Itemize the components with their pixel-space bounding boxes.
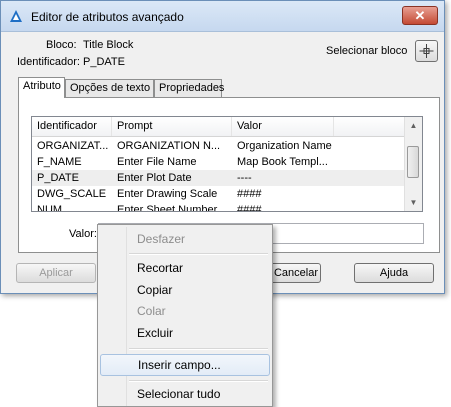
tab-properties[interactable]: Propriedades bbox=[154, 79, 225, 97]
cell-value: #### bbox=[237, 204, 262, 212]
cell-prompt: Enter Plot Date bbox=[117, 172, 192, 184]
list-scrollbar[interactable]: ▲ ▼ bbox=[404, 117, 422, 211]
scrollbar-thumb[interactable] bbox=[407, 146, 419, 178]
cell-value: Map Book Templ... bbox=[237, 156, 328, 168]
column-header-value[interactable]: Valor bbox=[232, 117, 334, 136]
tab-attribute[interactable]: Atributo bbox=[18, 77, 65, 98]
context-menu: Desfazer Recortar Copiar Colar Excluir I… bbox=[97, 224, 273, 407]
menu-item-select-all[interactable]: Selecionar tudo bbox=[100, 383, 270, 405]
menu-item-insert-field[interactable]: Inserir campo... bbox=[100, 354, 270, 376]
select-block-button[interactable] bbox=[415, 40, 438, 62]
menu-item-cut[interactable]: Recortar bbox=[100, 257, 270, 279]
scroll-down-arrow-icon[interactable]: ▼ bbox=[405, 194, 422, 211]
help-button[interactable]: Ajuda bbox=[354, 263, 434, 283]
cell-identifier: P_DATE bbox=[37, 172, 79, 184]
cell-identifier: NUM bbox=[37, 204, 63, 212]
identifier-label: Identificador: bbox=[17, 56, 80, 68]
table-row[interactable]: ORGANIZAT... ORGANIZATION N... Organizat… bbox=[32, 138, 406, 154]
table-row[interactable]: DWG_SCALE Enter Drawing Scale #### bbox=[32, 186, 406, 202]
cell-prompt: Enter Drawing Scale bbox=[117, 188, 218, 200]
menu-item-undo[interactable]: Desfazer bbox=[100, 228, 270, 250]
cell-identifier: DWG_SCALE bbox=[37, 188, 107, 200]
scroll-up-arrow-icon[interactable]: ▲ bbox=[405, 117, 422, 134]
cell-identifier: ORGANIZAT... bbox=[37, 140, 109, 152]
tab-text-options[interactable]: Opções de texto bbox=[65, 79, 154, 97]
close-button[interactable]: ✕ bbox=[402, 6, 438, 25]
menu-separator bbox=[129, 253, 268, 255]
crosshair-pick-icon bbox=[419, 44, 434, 58]
list-header: Identificador Prompt Valor bbox=[32, 117, 406, 137]
tab-attribute-label: Atributo bbox=[23, 80, 61, 92]
block-label: Bloco: bbox=[46, 39, 77, 51]
identifier-value: P_DATE bbox=[83, 56, 125, 68]
table-row[interactable]: NUM Enter Sheet Number #### bbox=[32, 202, 406, 212]
window-title: Editor de atributos avançado bbox=[31, 10, 184, 24]
block-value: Title Block bbox=[83, 39, 134, 51]
attribute-list[interactable]: Identificador Prompt Valor ORGANIZAT... … bbox=[31, 116, 423, 212]
cell-value: #### bbox=[237, 188, 262, 200]
cell-value: Organization Name bbox=[237, 140, 332, 152]
menu-item-copy[interactable]: Copiar bbox=[100, 279, 270, 301]
apply-button[interactable]: Aplicar bbox=[16, 263, 96, 283]
cell-prompt: Enter Sheet Number bbox=[117, 204, 218, 212]
table-row[interactable]: F_NAME Enter File Name Map Book Templ... bbox=[32, 154, 406, 170]
autocad-a-icon bbox=[10, 10, 22, 22]
cell-prompt: Enter File Name bbox=[117, 156, 197, 168]
table-row-selected[interactable]: P_DATE Enter Plot Date ---- bbox=[32, 170, 406, 186]
column-header-identifier[interactable]: Identificador bbox=[32, 117, 112, 136]
cell-identifier: F_NAME bbox=[37, 156, 82, 168]
tab-properties-label: Propriedades bbox=[159, 82, 225, 94]
close-icon: ✕ bbox=[414, 8, 426, 23]
tab-text-options-label: Opções de texto bbox=[70, 82, 151, 94]
select-block-label: Selecionar bloco bbox=[326, 45, 408, 57]
title-bar[interactable]: Editor de atributos avançado ✕ bbox=[1, 1, 444, 32]
menu-item-paste[interactable]: Colar bbox=[100, 300, 270, 322]
value-label: Valor: bbox=[69, 228, 97, 240]
menu-item-delete[interactable]: Excluir bbox=[100, 322, 270, 344]
column-header-prompt[interactable]: Prompt bbox=[112, 117, 232, 136]
cell-prompt: ORGANIZATION N... bbox=[117, 140, 221, 152]
menu-separator bbox=[129, 348, 268, 350]
cell-value: ---- bbox=[237, 172, 252, 184]
menu-separator bbox=[129, 380, 268, 382]
